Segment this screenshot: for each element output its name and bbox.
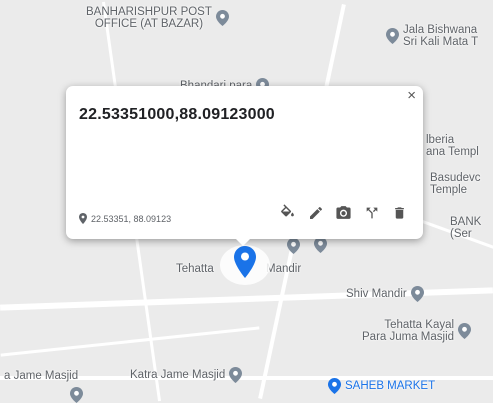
trash-icon — [395, 206, 404, 219]
poi-saheb-market[interactable]: SAHEB MARKET — [328, 378, 435, 394]
map-pin-icon — [229, 367, 243, 383]
map-pin-icon — [215, 10, 229, 26]
poi-label-line: OFFICE (AT BAZAR) — [94, 18, 204, 30]
directions-button[interactable] — [362, 203, 381, 222]
road — [0, 326, 260, 357]
poi-label-line: BANK — [450, 216, 482, 228]
poi-label-line: Tehatta Kayal — [384, 319, 455, 331]
poi-label: Basudevc Temple — [430, 172, 481, 196]
poi-label-line: Basudevc — [430, 172, 481, 184]
poi-tehatta[interactable]: Tehatta — [176, 263, 214, 275]
map-pin-icon — [287, 238, 300, 254]
photo-button[interactable] — [334, 203, 353, 222]
poi-tehatta-kayal[interactable]: Tehatta Kayal Para Juma Masjid — [362, 319, 472, 343]
poi-label: a Jame Masjid — [4, 370, 79, 382]
poi-label-line: ana Templ — [426, 146, 479, 158]
poi-label: Tehatta Kayal Para Juma Masjid — [362, 319, 454, 343]
poi-label: BANK (Ser — [450, 216, 481, 240]
camera-icon — [336, 206, 351, 219]
info-popup: × 22.53351000,88.09123000 22.53351, 88.0… — [66, 86, 423, 239]
poi-label-line: BANHARISHPUR POST — [86, 6, 212, 18]
map-pin-icon — [410, 286, 424, 302]
footer-coordinates: 22.53351, 88.09123 — [91, 213, 172, 224]
poi-jala-bishwana[interactable]: Jala Bishwana Sri Kali Mata T — [386, 24, 478, 48]
poi-jaberia-temple[interactable]: lberia ana Templ — [426, 134, 479, 158]
poi-label: SAHEB MARKET — [345, 380, 436, 392]
fork-icon — [366, 207, 377, 218]
map-pin-small-icon — [79, 213, 87, 224]
popup-actions — [278, 203, 409, 222]
popup-footer: 22.53351, 88.09123 — [79, 213, 171, 224]
popup-coordinates-title: 22.53351000,88.09123000 — [79, 106, 275, 123]
poi-bank[interactable]: BANK (Ser — [450, 216, 481, 240]
poi-label-line: Sri Kali Mata T — [403, 36, 479, 48]
location-marker-icon[interactable] — [234, 246, 256, 278]
map-canvas[interactable]: BANHARISHPUR POST OFFICE (AT BAZAR) Jala… — [0, 0, 493, 403]
paint-button[interactable] — [278, 203, 297, 222]
poi-label-line: (Ser — [450, 228, 472, 240]
popup-pointer — [233, 236, 253, 246]
map-pin-icon — [314, 237, 327, 253]
poi-basudev-temple[interactable]: Basudevc Temple — [430, 172, 481, 196]
poi-katra-jame-masjid[interactable]: Katra Jame Masjid — [130, 367, 243, 383]
poi-jame-masjid[interactable]: a Jame Masjid — [4, 370, 78, 382]
poi-banharishpur[interactable]: BANHARISHPUR POST OFFICE (AT BAZAR) — [86, 6, 229, 30]
poi-label: lberia ana Templ — [426, 134, 479, 158]
poi-label-line: Temple — [430, 184, 468, 196]
poi-label: Tehatta — [176, 263, 214, 275]
map-pin-icon — [386, 28, 399, 44]
close-icon[interactable]: × — [407, 88, 416, 103]
poi-label: Shiv Mandir — [346, 288, 407, 300]
poi-label: Katra Jame Masjid — [130, 369, 226, 381]
poi-mandir[interactable]: Mandir — [266, 263, 301, 275]
paint-bucket-icon — [281, 204, 294, 217]
poi-label-line: Jala Bishwana — [403, 24, 478, 36]
poi-shiv-mandir[interactable]: Shiv Mandir — [346, 286, 424, 302]
poi-label-line: lberia — [426, 134, 455, 146]
map-pin-icon — [70, 387, 83, 403]
poi-label: BANHARISHPUR POST OFFICE (AT BAZAR) — [86, 6, 212, 30]
poi-label-line: Para Juma Masjid — [362, 331, 455, 343]
map-pin-icon — [458, 323, 472, 339]
delete-button[interactable] — [390, 203, 409, 222]
edit-button[interactable] — [306, 203, 325, 222]
shopping-pin-icon — [328, 378, 341, 394]
pencil-icon — [309, 206, 322, 219]
poi-label: Mandir — [266, 263, 302, 275]
poi-label: Jala Bishwana Sri Kali Mata T — [403, 24, 478, 48]
